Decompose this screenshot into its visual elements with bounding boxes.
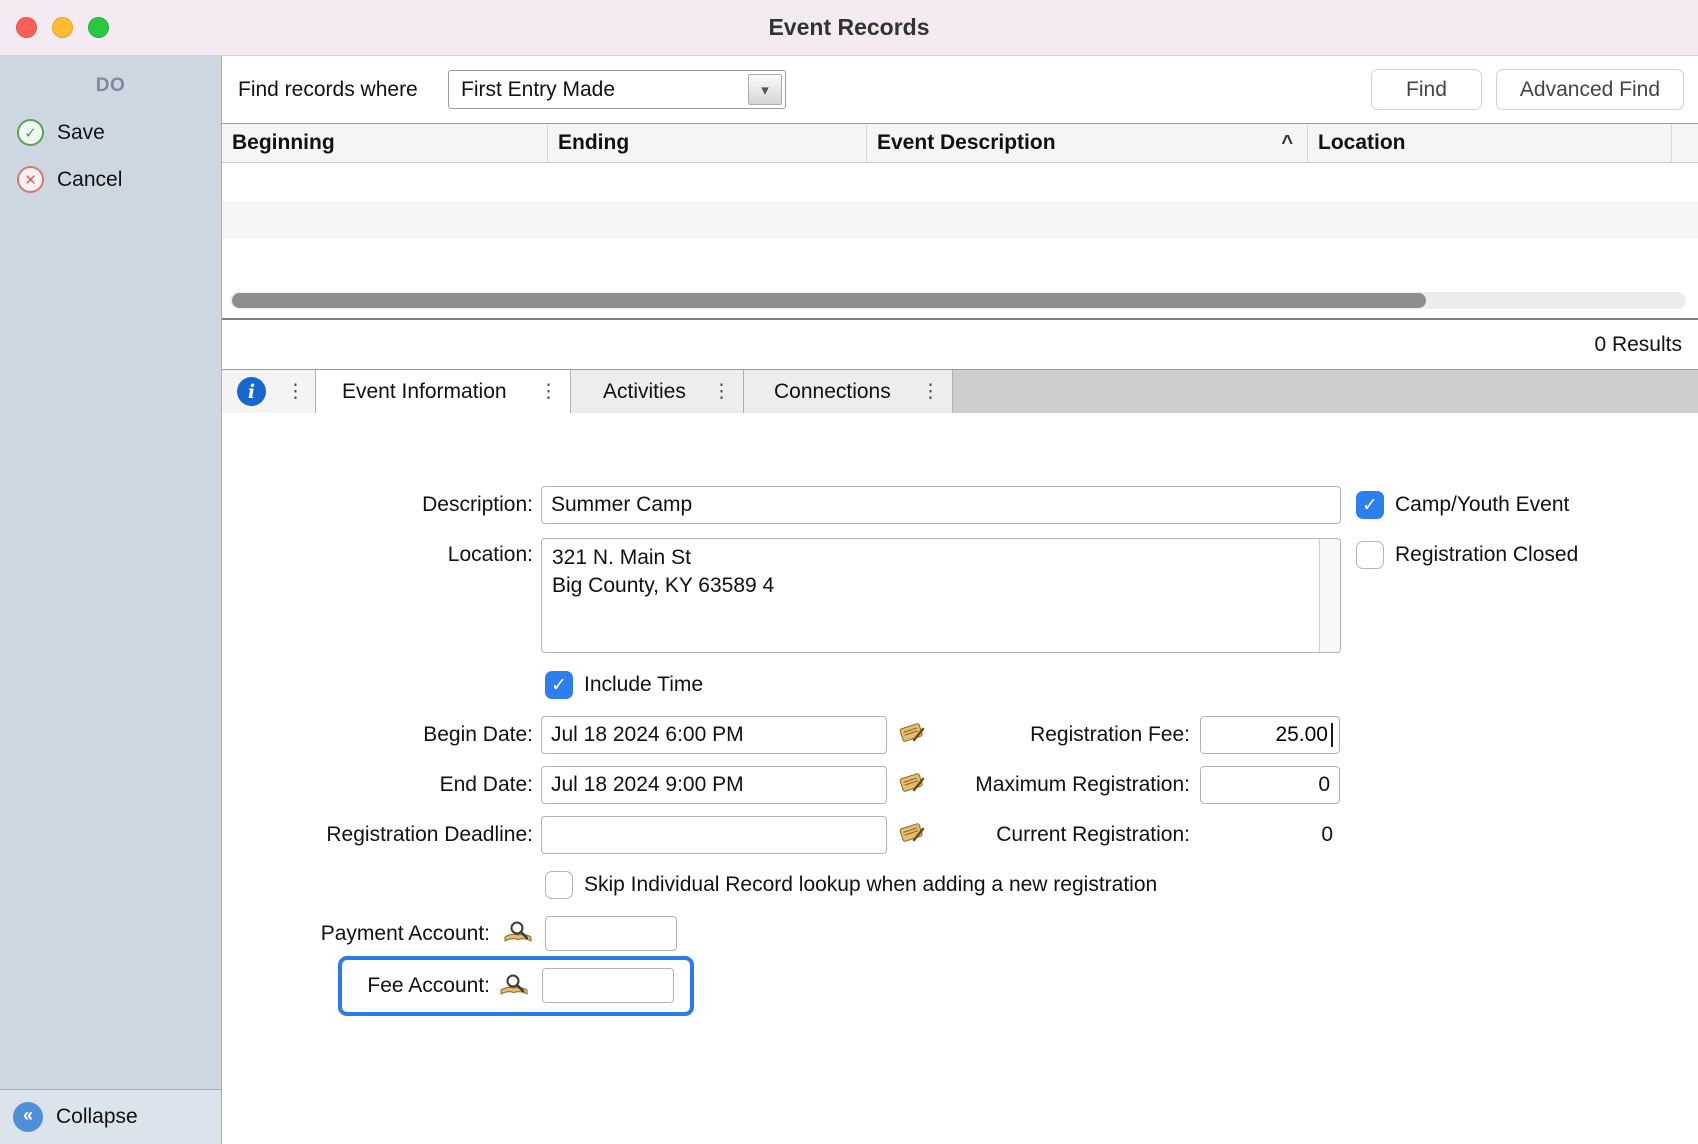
horizontal-scrollbar[interactable] bbox=[230, 292, 1686, 309]
location-field: 321 N. Main St Big County, KY 63589 4 bbox=[541, 538, 1341, 653]
location-label: Location: bbox=[222, 540, 533, 570]
info-tab-cell: i ⋮ bbox=[222, 370, 316, 413]
end-date-input[interactable] bbox=[541, 766, 887, 804]
maximum-registration-label: Maximum Registration: bbox=[862, 770, 1190, 800]
fee-account-lookup-icon[interactable] bbox=[499, 973, 529, 997]
tab-connections-label: Connections bbox=[774, 380, 891, 404]
sort-ascending-icon: ^ bbox=[1281, 132, 1293, 155]
skip-individual-lookup-label[interactable]: Skip Individual Record lookup when addin… bbox=[584, 870, 1157, 900]
zoom-window-button[interactable] bbox=[88, 17, 109, 38]
cancel-button[interactable]: ✕ Cancel bbox=[0, 156, 221, 203]
registration-deadline-label: Registration Deadline: bbox=[222, 820, 533, 850]
fee-account-label: Fee Account: bbox=[342, 971, 490, 1001]
activities-menu-dots-icon[interactable]: ⋮ bbox=[712, 382, 731, 401]
maximum-registration-input[interactable] bbox=[1200, 766, 1340, 804]
include-time-checkbox[interactable]: ✓ bbox=[545, 671, 573, 699]
save-button[interactable]: ✓ Save bbox=[0, 109, 221, 156]
registration-closed-label[interactable]: Registration Closed bbox=[1395, 540, 1578, 570]
info-icon[interactable]: i bbox=[237, 377, 266, 406]
registration-deadline-input[interactable] bbox=[541, 816, 887, 854]
collapse-label: Collapse bbox=[56, 1105, 138, 1129]
checkmark-icon: ✓ bbox=[1362, 494, 1378, 517]
main-panel: Find records where First Entry Made ▾ Fi… bbox=[222, 56, 1698, 1144]
description-input[interactable] bbox=[541, 486, 1341, 524]
find-field-dropdown[interactable]: First Entry Made ▾ bbox=[448, 70, 786, 109]
end-date-label: End Date: bbox=[222, 770, 533, 800]
minimize-window-button[interactable] bbox=[52, 17, 73, 38]
text-cursor bbox=[1331, 723, 1333, 747]
window-title: Event Records bbox=[0, 14, 1698, 41]
info-menu-dots-icon[interactable]: ⋮ bbox=[286, 382, 305, 401]
sidebar-header: DO bbox=[0, 56, 221, 97]
find-bar: Find records where First Entry Made ▾ Fi… bbox=[222, 56, 1698, 123]
camp-youth-event-label[interactable]: Camp/Youth Event bbox=[1395, 490, 1569, 520]
results-count: 0 Results bbox=[1594, 333, 1682, 357]
column-header-location[interactable]: Location bbox=[1307, 124, 1671, 162]
do-sidebar: DO ✓ Save ✕ Cancel « Collapse bbox=[0, 56, 222, 1144]
advanced-find-button[interactable]: Advanced Find bbox=[1496, 69, 1684, 110]
window-controls bbox=[16, 0, 109, 55]
find-records-where-label: Find records where bbox=[238, 78, 434, 102]
cancel-label: Cancel bbox=[57, 168, 122, 192]
registration-fee-field bbox=[1200, 716, 1340, 754]
title-bar: Event Records bbox=[0, 0, 1698, 56]
save-label: Save bbox=[57, 121, 105, 145]
table-row bbox=[222, 163, 1698, 201]
description-label: Description: bbox=[222, 490, 533, 520]
horizontal-scrollbar-thumb[interactable] bbox=[232, 293, 1426, 308]
column-header-beginning[interactable]: Beginning bbox=[222, 124, 547, 162]
registration-closed-checkbox[interactable] bbox=[1356, 541, 1384, 569]
location-scrollbar[interactable] bbox=[1319, 539, 1340, 652]
include-time-label[interactable]: Include Time bbox=[584, 670, 703, 700]
results-table: Beginning Ending Event Description ^ Loc… bbox=[222, 123, 1698, 320]
begin-date-input[interactable] bbox=[541, 716, 887, 754]
registration-fee-label: Registration Fee: bbox=[862, 720, 1190, 750]
close-window-button[interactable] bbox=[16, 17, 37, 38]
column-header-ending[interactable]: Ending bbox=[547, 124, 866, 162]
tab-event-information[interactable]: Event Information ⋮ bbox=[316, 370, 571, 413]
dropdown-arrow-icon: ▾ bbox=[748, 74, 782, 105]
tab-bar-filler bbox=[953, 370, 1698, 413]
tab-connections[interactable]: Connections ⋮ bbox=[744, 370, 953, 413]
registration-fee-input[interactable] bbox=[1200, 716, 1340, 754]
results-table-header: Beginning Ending Event Description ^ Loc… bbox=[222, 124, 1698, 163]
cancel-x-icon: ✕ bbox=[17, 166, 44, 193]
table-row bbox=[222, 239, 1698, 277]
tab-activities[interactable]: Activities ⋮ bbox=[571, 370, 744, 413]
column-header-event-description[interactable]: Event Description ^ bbox=[866, 124, 1307, 162]
collapse-sidebar-button[interactable]: « Collapse bbox=[0, 1089, 221, 1144]
find-button[interactable]: Find bbox=[1371, 69, 1482, 110]
save-check-icon: ✓ bbox=[17, 119, 44, 146]
fee-account-highlight-box: Fee Account: bbox=[338, 956, 694, 1016]
location-textarea[interactable]: 321 N. Main St Big County, KY 63589 4 bbox=[541, 538, 1341, 653]
tab-bar: i ⋮ Event Information ⋮ Activities ⋮ Con… bbox=[222, 369, 1698, 413]
fee-account-input[interactable] bbox=[542, 968, 674, 1003]
connections-menu-dots-icon[interactable]: ⋮ bbox=[921, 382, 940, 401]
table-row bbox=[222, 201, 1698, 239]
results-count-row: 0 Results bbox=[222, 320, 1698, 369]
payment-account-label: Payment Account: bbox=[222, 919, 490, 949]
find-field-dropdown-value: First Entry Made bbox=[461, 78, 615, 102]
tab-activities-label: Activities bbox=[603, 380, 686, 404]
tab-event-information-label: Event Information bbox=[342, 380, 507, 404]
payment-account-input[interactable] bbox=[545, 916, 677, 951]
checkmark-icon: ✓ bbox=[551, 674, 567, 697]
column-header-spacer bbox=[1671, 124, 1698, 162]
begin-date-label: Begin Date: bbox=[222, 720, 533, 750]
camp-youth-event-checkbox[interactable]: ✓ bbox=[1356, 491, 1384, 519]
current-registration-label: Current Registration: bbox=[862, 820, 1190, 850]
event-records-window: Event Records DO ✓ Save ✕ Cancel « Colla… bbox=[0, 0, 1698, 1144]
collapse-chevrons-icon: « bbox=[13, 1102, 43, 1132]
current-registration-value: 0 bbox=[1200, 820, 1333, 850]
skip-individual-lookup-checkbox[interactable] bbox=[545, 871, 573, 899]
payment-account-lookup-icon[interactable] bbox=[503, 920, 533, 944]
event-information-menu-dots-icon[interactable]: ⋮ bbox=[539, 382, 558, 401]
event-information-form: Description: ✓ Camp/Youth Event Location… bbox=[222, 413, 1698, 1144]
